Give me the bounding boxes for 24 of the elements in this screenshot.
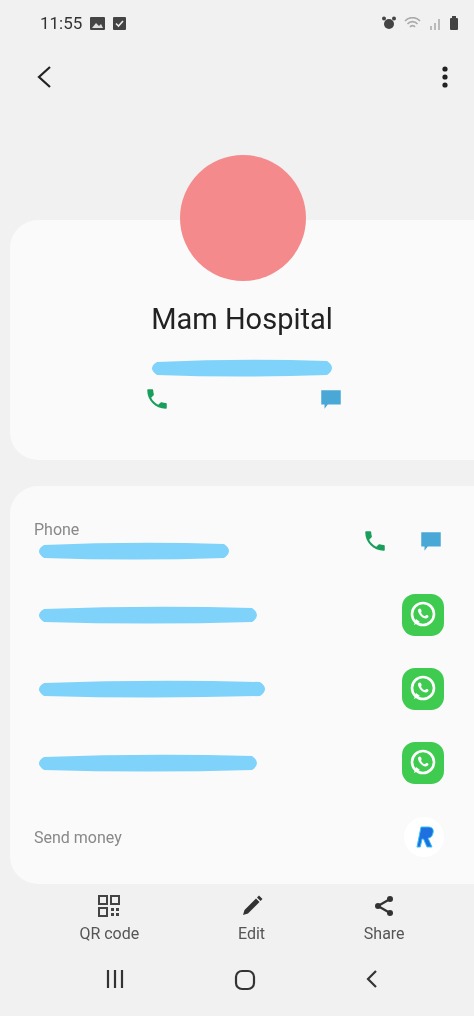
alarm-icon [382,16,396,30]
qr-action-button[interactable]: QR code [69,894,150,943]
share-action-button[interactable]: Share [353,894,415,943]
status-time: 11:55 [40,13,83,33]
home-icon[interactable] [234,969,256,991]
whatsapp-icon[interactable] [402,594,444,636]
phone-icon[interactable] [144,386,170,412]
back-icon[interactable] [365,969,380,989]
phone-icon[interactable] [362,528,388,554]
whatsapp-icon[interactable] [402,668,444,710]
signal-icon [429,16,442,30]
qr-code-icon [97,894,122,918]
wifi-icon [404,16,421,30]
edit-action-button[interactable]: Edit [227,894,276,943]
contact-name: Mam Hospital [151,302,333,336]
back-icon[interactable] [36,65,52,89]
more-options-icon[interactable] [442,66,448,88]
checkbox-icon [113,16,127,30]
whatsapp-icon[interactable] [402,742,444,784]
battery-icon [450,16,458,30]
recent-apps-icon[interactable] [104,969,125,989]
send-money-label: Send money [34,827,122,847]
image-icon [90,16,106,30]
field-label: Phone [34,519,80,539]
